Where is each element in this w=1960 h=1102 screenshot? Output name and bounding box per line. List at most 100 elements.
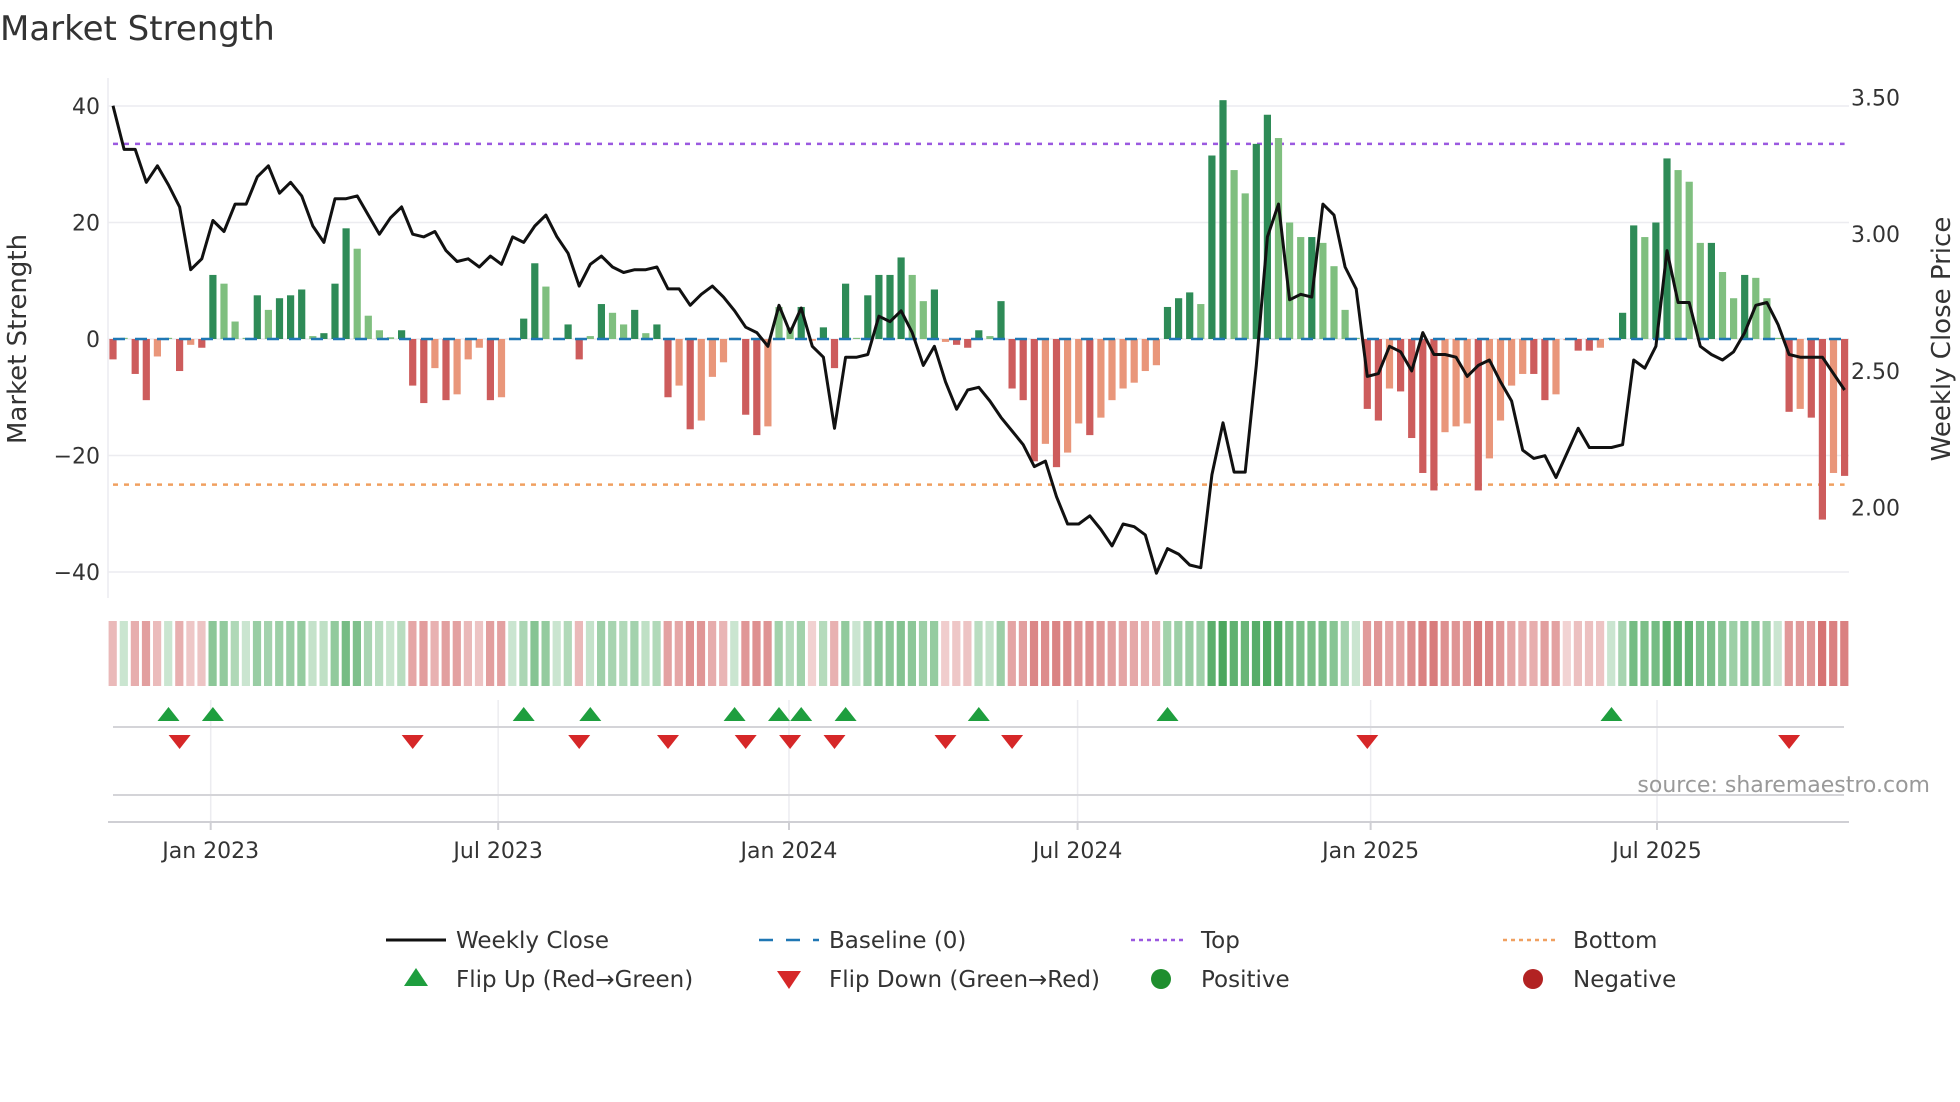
heat-cell [1240,621,1249,686]
heat-cell [1784,621,1793,686]
x-axis: Jan 2023 Jul 2023 Jan 2024 Jul 2024 Jan 2025… [108,821,1849,864]
strength-bar [941,339,950,342]
heat-cell [619,621,628,686]
strength-bar [1430,339,1438,491]
heat-cell [996,621,1005,686]
strength-bar [1696,242,1704,339]
strength-bar [686,339,694,430]
heat-cell [108,621,117,686]
heat-cell [1673,621,1682,686]
strength-bar [575,339,583,360]
heat-cell [1496,621,1505,686]
heat-cell [1718,621,1727,686]
heat-cell [1829,621,1838,686]
strength-bar [287,295,295,339]
strength-bar [1619,312,1627,339]
heat-cell [1351,621,1360,686]
heat-cell [1140,621,1150,686]
heat-cell [1418,621,1427,686]
strength-bar [1574,339,1582,351]
strength-bar [464,339,472,360]
strength-bar [853,337,861,339]
heat-cell [1296,621,1305,686]
strength-bar [342,228,350,339]
flip-up-marker [1156,707,1179,721]
heat-cell [1174,621,1183,686]
flip-down-marker [779,735,802,749]
heat-cell [885,621,894,686]
heat-cell [863,621,872,686]
heat-cell [985,621,994,686]
strength-bar [1674,170,1682,339]
heat-cell [896,621,905,686]
heat-cell [708,621,717,686]
x-tick-label: Jul 2025 [1610,839,1702,864]
strength-bar [1064,339,1072,453]
heat-cell [153,621,162,686]
heat-cell [1407,621,1416,686]
heat-cell [1584,621,1594,686]
heat-cell [1773,621,1782,686]
strength-bar [597,304,605,339]
heat-cell [1340,621,1349,686]
heat-cell [1451,621,1460,686]
flip-up-marker [579,707,602,721]
heat-cell [319,621,328,686]
heat-cell [1440,621,1449,686]
strength-bar [453,339,461,395]
heat-cell [130,621,139,686]
strength-bar [1330,266,1338,339]
heat-cell [1085,621,1094,686]
strength-bar [253,295,261,339]
y-tick-label: 40 [72,95,100,120]
strength-bar [420,339,428,404]
heat-cell [463,621,472,686]
legend-label: Weekly Close [456,928,609,954]
strength-bar [1641,237,1649,339]
y2-tick-label: 3.50 [1851,87,1900,112]
strength-bar [531,263,539,339]
flip-down-marker [734,735,757,749]
strength-bar [708,339,716,377]
circle-icon [1151,969,1171,989]
heat-cell [685,621,694,686]
strength-bar [664,339,672,398]
heat-cell [652,621,661,686]
strength-bar [1241,193,1249,339]
strength-bar [742,339,750,415]
legend-item-top: Top [1131,928,1240,954]
flip-down-marker [1778,735,1801,749]
strength-bar [1130,339,1138,383]
strength-bar [1052,339,1061,468]
strength-bar [675,339,683,386]
strength-bar [1119,339,1127,389]
heat-cell [397,621,406,686]
heat-cell [219,621,228,686]
strength-bar [1441,339,1449,433]
heat-cell [1795,621,1804,686]
legend-label: Top [1200,928,1240,954]
y2-tick-label: 2.00 [1851,497,1900,522]
strength-bar [409,339,417,386]
strength-bar [764,339,772,427]
legend-item-weekly-close: Weekly Close [386,928,609,954]
flip-up-marker [512,707,535,721]
flip-down-marker [568,735,591,749]
heat-cell [785,621,794,686]
heat-cell [1729,621,1738,686]
strength-bar [997,301,1005,339]
heat-cell [1329,621,1338,686]
strength-bar [1718,272,1727,339]
heat-cell [1518,621,1527,686]
heat-cell [519,621,528,686]
strength-bar [176,339,184,372]
heat-cell [963,621,972,686]
heat-cell [508,621,517,686]
strength-bar [1541,339,1549,401]
heat-cell [1629,621,1638,686]
heat-cell [952,621,961,686]
strength-bar [975,330,983,339]
strength-bar [142,339,150,401]
heat-cell [375,621,384,686]
market-strength-chart: Market Strength 40 20 0 −20 −40 3.50 3.00 2.50… [0,9,1957,993]
